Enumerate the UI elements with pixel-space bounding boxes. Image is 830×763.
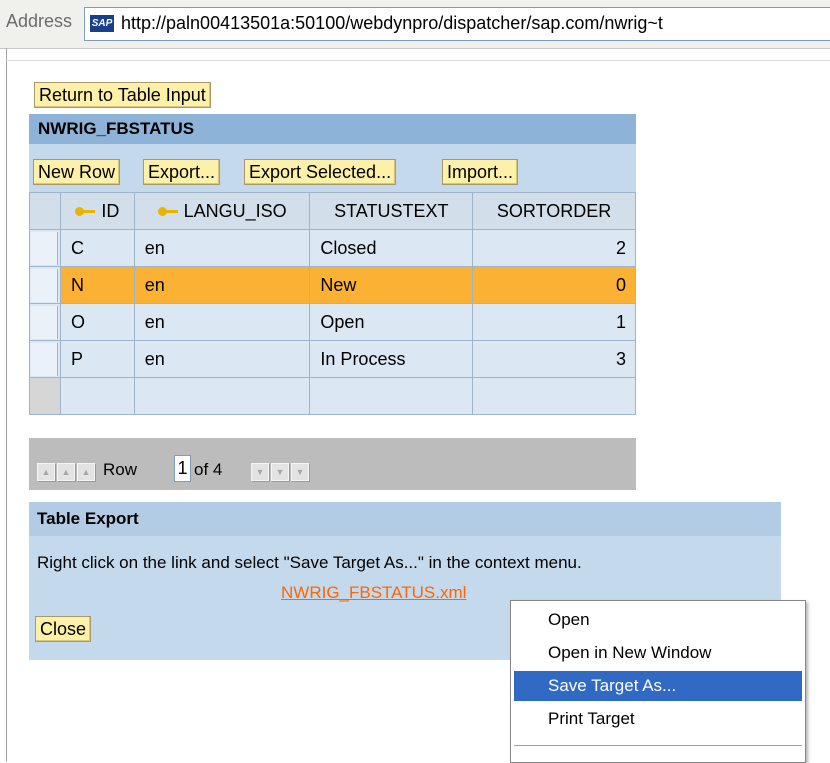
cell-langu-iso[interactable]: en	[133, 266, 311, 304]
cell-id[interactable]: N	[59, 266, 135, 304]
cell-empty	[472, 377, 636, 415]
cell-sortorder[interactable]: 3	[472, 340, 636, 378]
cell-statustext[interactable]: Open	[309, 303, 474, 341]
column-header-langu-iso[interactable]: LANGU_ISO	[133, 192, 311, 230]
row-selector[interactable]	[29, 340, 61, 378]
sap-icon: SAP	[90, 15, 114, 32]
cell-empty	[59, 377, 135, 415]
return-to-table-input-button[interactable]: Return to Table Input	[34, 82, 211, 108]
column-header-sortorder[interactable]: SORTORDER	[472, 192, 636, 230]
table-row-empty	[29, 377, 636, 415]
export-file-link[interactable]: NWRIG_FBSTATUS.xml	[281, 583, 466, 603]
menu-item-save-target-as[interactable]: Save Target As...	[514, 671, 802, 701]
menu-item-print-target[interactable]: Print Target	[514, 704, 802, 734]
export-instruction: Right click on the link and select "Save…	[37, 553, 582, 572]
pager-row-label: Row	[103, 460, 138, 479]
address-input[interactable]: SAP http://paln00413501a:50100/webdynpro…	[84, 7, 830, 41]
cell-id[interactable]: O	[59, 303, 135, 341]
menu-item-open[interactable]: Open	[514, 605, 802, 635]
row-selector[interactable]	[29, 266, 61, 304]
table-row[interactable]: C en Closed 2	[29, 229, 636, 267]
import-button[interactable]: Import...	[442, 159, 519, 185]
cell-empty	[133, 377, 311, 415]
key-icon	[75, 206, 97, 217]
cell-id[interactable]: C	[59, 229, 135, 267]
export-panel-title: Table Export	[29, 502, 781, 536]
address-url: http://paln00413501a:50100/webdynpro/dis…	[121, 13, 663, 33]
cell-sortorder[interactable]: 0	[472, 266, 636, 304]
address-label: Address	[6, 11, 73, 31]
close-button[interactable]: Close	[35, 616, 92, 642]
menu-separator	[514, 745, 802, 746]
previous-page-icon[interactable]: ▲	[57, 463, 75, 481]
row-selector[interactable]	[29, 303, 61, 341]
cell-langu-iso[interactable]: en	[133, 229, 311, 267]
cell-empty	[309, 377, 474, 415]
table-row-selected[interactable]: N en New 0	[29, 266, 636, 304]
pager-of-label: of 4	[194, 460, 223, 479]
menu-item-open-in-new-window[interactable]: Open in New Window	[514, 638, 802, 668]
column-header-id[interactable]: ID	[59, 192, 135, 230]
cell-langu-iso[interactable]: en	[133, 340, 311, 378]
frame-divider	[6, 60, 830, 61]
export-button[interactable]: Export...	[143, 159, 221, 185]
first-page-icon[interactable]: ▲	[37, 463, 55, 481]
cell-sortorder[interactable]: 1	[472, 303, 636, 341]
table-header-row: ID LANGU_ISO STATUSTEXT SORTORDER	[29, 192, 636, 230]
frame-border	[6, 48, 7, 761]
cell-id[interactable]: P	[59, 340, 135, 378]
address-bar: Address SAP http://paln00413501a:50100/w…	[0, 0, 830, 49]
table-row[interactable]: P en In Process 3	[29, 340, 636, 378]
cell-langu-iso[interactable]: en	[133, 303, 311, 341]
cell-statustext[interactable]: In Process	[309, 340, 474, 378]
table-row[interactable]: O en Open 1	[29, 303, 636, 341]
key-icon	[157, 206, 180, 217]
export-selected-button[interactable]: Export Selected...	[244, 159, 397, 185]
last-page-icon[interactable]: ▼	[291, 463, 309, 481]
table-pager: ▲ ▲ ▲ Row 1 of 4 ▼ ▼ ▼	[29, 438, 636, 490]
table-title: NWRIG_FBSTATUS	[29, 114, 636, 144]
new-row-button[interactable]: New Row	[33, 159, 121, 185]
column-header-statustext[interactable]: STATUSTEXT	[309, 192, 474, 230]
data-table: ID LANGU_ISO STATUSTEXT SORTORDER C en C…	[29, 192, 636, 415]
table-toolbar: New Row Export... Export Selected... Imp…	[29, 144, 636, 192]
selector-header	[29, 192, 61, 230]
row-selector[interactable]	[29, 229, 61, 267]
cell-statustext[interactable]: Closed	[309, 229, 474, 267]
next-page-icon[interactable]: ▼	[271, 463, 289, 481]
previous-row-icon[interactable]: ▲	[77, 463, 95, 481]
cell-statustext[interactable]: New	[309, 266, 474, 304]
row-selector-empty	[29, 377, 61, 415]
next-row-icon[interactable]: ▼	[251, 463, 269, 481]
context-menu: Open Open in New Window Save Target As..…	[510, 600, 806, 763]
cell-sortorder[interactable]: 2	[472, 229, 636, 267]
pager-row-input[interactable]: 1	[174, 455, 191, 482]
